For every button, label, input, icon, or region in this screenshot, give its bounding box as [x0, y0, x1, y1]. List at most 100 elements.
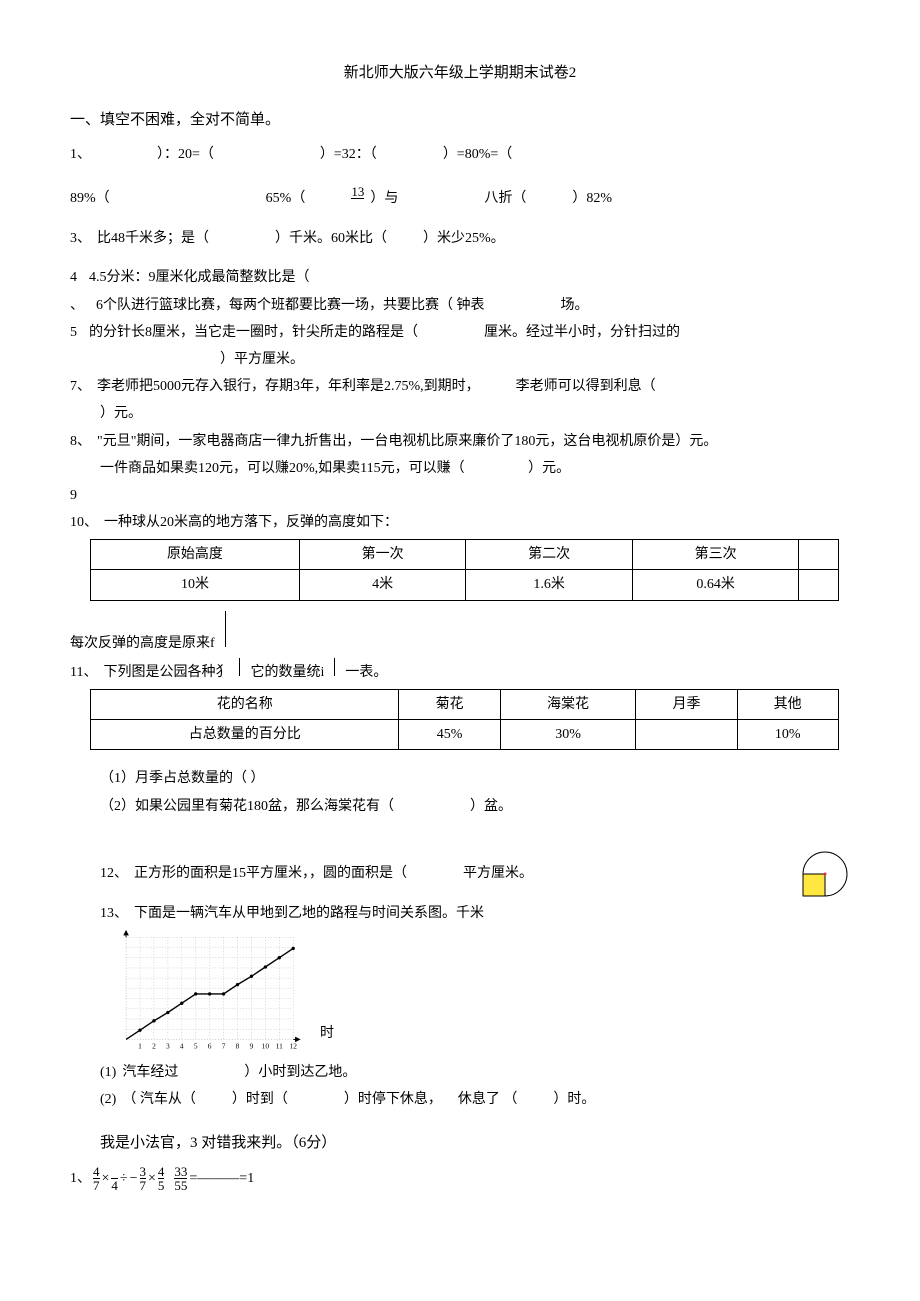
section-1-heading: 一、填空不困难，全对不简单。 — [70, 107, 850, 134]
svg-text:12: 12 — [290, 1042, 298, 1051]
q1-text-c: ）=80%=（ — [443, 142, 512, 167]
q13-2e: ）时。 — [553, 1087, 595, 1112]
q13-label: 13、 — [100, 901, 128, 926]
q4b-text: 6个队进行篮球比赛，每两个班都要比赛一场，共要比赛（ 钟表 — [96, 293, 485, 318]
q13-2c: ）时停下休息， — [344, 1087, 442, 1112]
q12-a: 正方形的面积是15平方厘米，，圆的面积是（ — [134, 861, 407, 886]
q7-label: 7、 — [70, 374, 91, 399]
q4b-label: 、 — [70, 293, 84, 318]
q2-d: 八折（ — [484, 186, 526, 211]
j1-eq: =———=1 — [189, 1166, 254, 1191]
th — [799, 540, 838, 570]
q5-b: 厘米。经过半小时，分针扫过的 — [484, 320, 680, 345]
q5-label: 5 — [70, 320, 77, 345]
q8-label: 8、 — [70, 429, 91, 454]
mul-icon: × — [148, 1166, 156, 1191]
q13-2: (2) （ 汽车从（ ）时到（ ）时停下休息， 休息了 （ ）时。 — [70, 1087, 850, 1112]
q12: 12、 正方形的面积是15平方厘米，，圆的面积是（ 平方厘米。 — [70, 849, 850, 899]
svg-text:10: 10 — [262, 1042, 270, 1051]
table-row: 花的名称 菊花 海棠花 月季 其他 — [91, 690, 839, 720]
distance-time-chart: 123 456 789 101112 — [100, 928, 310, 1058]
svg-text:3: 3 — [166, 1042, 170, 1051]
mul-icon: × — [102, 1166, 110, 1191]
q3-b: ）千米。60米比（ — [275, 226, 387, 251]
q7-a: 李老师把5000元存入银行，存期3年，年利率是2.75%,到期时， — [97, 374, 480, 399]
svg-text:1: 1 — [138, 1042, 142, 1051]
q2-c: ）与 — [370, 186, 398, 211]
q5-a: 的分针长8厘米，当它走一圈时，针尖所走的路程是（ — [89, 320, 418, 345]
th: 海棠花 — [500, 690, 636, 720]
div-icon: ÷ — [120, 1166, 128, 1191]
q13: 13、 下面是一辆汽车从甲地到乙地的路程与时间关系图。千米 — [70, 901, 850, 926]
q11-1: （1）月季占总数量的（ ） — [70, 766, 850, 791]
q3-c: ）米少25%。 — [423, 226, 505, 251]
th: 第一次 — [299, 540, 466, 570]
svg-text:5: 5 — [194, 1042, 198, 1051]
q11-2b: ）盆。 — [470, 794, 512, 819]
q8b-text: 一件商品如果卖120元，可以赚20%,如果卖115元，可以赚（ — [100, 461, 465, 476]
q4-label: 4 — [70, 265, 77, 290]
q1-text-a: ）：20=（ — [157, 142, 214, 167]
q7-b: 李老师可以得到利息（ — [516, 374, 656, 399]
td: 10米 — [91, 570, 300, 600]
q11-label: 11、 — [70, 660, 97, 685]
flower-table: 花的名称 菊花 海棠花 月季 其他 占总数量的百分比 45% 30% 10% — [90, 689, 839, 750]
q9: 9 — [70, 483, 850, 508]
svg-text:6: 6 — [208, 1042, 212, 1051]
square-circle-figure — [790, 849, 850, 899]
page-title: 新北师大版六年级上学期期末试卷2 — [70, 60, 850, 87]
q11-b: 它的数量统i — [250, 660, 324, 685]
q13-1: (1) 汽车经过 ）小时到达乙地。 — [70, 1060, 850, 1085]
q2-frac-d — [351, 198, 364, 212]
q13-1b: ）小时到达乙地。 — [244, 1060, 356, 1085]
q3-label: 3、 — [70, 226, 91, 251]
frac-4-7: 47 — [93, 1165, 100, 1192]
q1-label: 1、 — [70, 142, 91, 167]
q3-a: 比48千米多；是（ — [97, 226, 209, 251]
frac-33-55: 3355 — [174, 1165, 187, 1192]
q8-text: "元旦"期间，一家电器商店一律九折售出，一台电视机比原来廉价了180元，这台电视… — [97, 429, 717, 454]
q11: 11、 下列图是公园各种犭 它的数量统i 一表。 — [70, 658, 850, 685]
q12-label: 12、 — [100, 861, 128, 886]
q13-2a: （ 汽车从（ — [122, 1087, 196, 1112]
svg-text:4: 4 — [180, 1042, 184, 1051]
td — [799, 570, 838, 600]
td — [636, 720, 737, 750]
table-row: 原始高度 第一次 第二次 第三次 — [91, 540, 839, 570]
q5: 5 的分针长8厘米，当它走一圈时，针尖所走的路程是（ 厘米。经过半小时，分针扫过… — [70, 320, 850, 345]
table-row: 占总数量的百分比 45% 30% 10% — [91, 720, 839, 750]
th: 其他 — [737, 690, 838, 720]
q2-b: 65%（ — [266, 186, 306, 211]
frac-3-7: 37 — [140, 1165, 147, 1192]
q5-c: ）平方厘米。 — [220, 352, 304, 367]
td: 45% — [399, 720, 500, 750]
q2-a: 89%（ — [70, 186, 110, 211]
frac-4-5: 45 — [158, 1165, 165, 1192]
q13-1a: 汽车经过 — [122, 1060, 178, 1085]
q13-text: 下面是一辆汽车从甲地到乙地的路程与时间关系图。千米 — [134, 901, 484, 926]
td: 4米 — [299, 570, 466, 600]
divider — [225, 611, 226, 647]
q9-label: 9 — [70, 488, 77, 503]
q7c: ）元。 — [70, 401, 850, 426]
td: 占总数量的百分比 — [91, 720, 399, 750]
q8b-tail: ）元。 — [528, 461, 570, 476]
minus-icon: − — [130, 1166, 138, 1191]
q13-2b: ）时到（ — [232, 1087, 288, 1112]
th: 第二次 — [466, 540, 633, 570]
q10-text: 一种球从20米高的地方落下，反弹的高度如下： — [104, 510, 398, 535]
q5c: ）平方厘米。 — [190, 347, 850, 372]
q11-2: （2）如果公园里有菊花180盆，那么海棠花有（ ）盆。 — [70, 794, 850, 819]
q2-e: ）82% — [572, 186, 612, 211]
q10-label: 10、 — [70, 510, 98, 535]
q1-text-b: ）=32：（ — [320, 142, 377, 167]
td: 30% — [500, 720, 636, 750]
th: 菊花 — [399, 690, 500, 720]
svg-text:11: 11 — [276, 1042, 283, 1051]
q4b-tail: 场。 — [561, 293, 589, 318]
p1: (1) — [100, 1060, 116, 1085]
td: 10% — [737, 720, 838, 750]
frac-blank: 4 — [111, 1165, 118, 1192]
q13-2d: 休息了 （ — [458, 1087, 518, 1112]
section-2-heading: 我是小法官，3 对错我来判。（6分） — [70, 1130, 850, 1157]
